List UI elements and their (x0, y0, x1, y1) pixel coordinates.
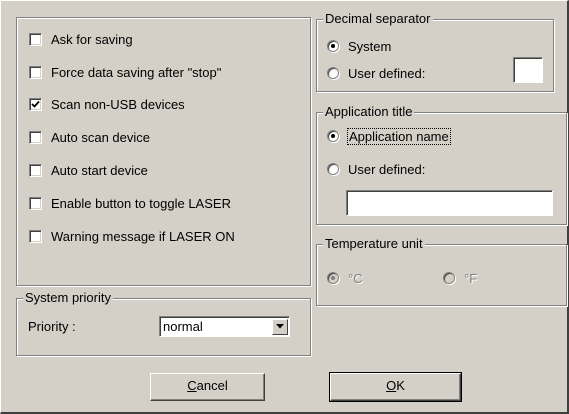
checkbox-ask-for-saving[interactable]: Ask for saving (29, 30, 133, 48)
ok-button-label: OK (386, 378, 405, 393)
checkmark-icon (31, 100, 40, 108)
checkbox-label: Warning message if LASER ON (51, 228, 235, 244)
checkbox-label: Force data saving after "stop" (51, 64, 222, 80)
radio-button[interactable] (443, 272, 455, 284)
system-priority-group: System priority Priority : normal (16, 290, 311, 356)
checkbox-box[interactable] (29, 196, 42, 210)
checkbox-box[interactable] (29, 229, 42, 243)
decimal-separator-input[interactable] (513, 57, 543, 83)
radio-celsius[interactable]: °C (327, 269, 363, 287)
checkbox-auto-start-device[interactable]: Auto start device (29, 161, 148, 179)
temperature-unit-title: Temperature unit (323, 236, 425, 252)
checkbox-box-checked[interactable] (29, 97, 42, 111)
radio-decimal-system[interactable]: System (327, 37, 391, 55)
checkbox-warning-laser-on[interactable]: Warning message if LASER ON (29, 227, 235, 245)
application-title-group: Application title Application name User … (316, 104, 567, 225)
radio-label: Application name (347, 127, 451, 145)
system-priority-title: System priority (23, 290, 113, 306)
radio-label: User defined: (348, 161, 426, 177)
checkbox-scan-non-usb[interactable]: Scan non-USB devices (29, 95, 185, 113)
application-title-input[interactable] (346, 190, 553, 216)
checkbox-label: Enable button to toggle LASER (51, 195, 231, 211)
decimal-separator-group: Decimal separator System User defined: (316, 11, 554, 92)
decimal-separator-title: Decimal separator (323, 11, 433, 27)
radio-label: User defined: (348, 65, 426, 81)
radio-button[interactable] (327, 163, 339, 175)
options-group: Ask for saving Force data saving after "… (16, 17, 311, 286)
application-title-title: Application title (323, 104, 415, 120)
radio-button-selected[interactable] (327, 40, 339, 52)
radio-label: °F (464, 270, 478, 286)
checkbox-label: Auto scan device (51, 129, 151, 145)
checkbox-box[interactable] (29, 130, 42, 144)
radio-label: °C (348, 270, 363, 286)
checkbox-force-data-saving[interactable]: Force data saving after "stop" (29, 63, 221, 81)
priority-select[interactable]: normal (159, 316, 290, 337)
checkbox-enable-laser-toggle[interactable]: Enable button to toggle LASER (29, 194, 231, 212)
priority-label: Priority : (28, 319, 76, 334)
radio-button-selected[interactable] (327, 130, 339, 142)
radio-app-name[interactable]: Application name (327, 127, 451, 145)
dropdown-button[interactable] (272, 318, 288, 335)
radio-decimal-user-defined[interactable]: User defined: (327, 64, 425, 82)
radio-label: System (348, 38, 392, 54)
temperature-unit-group: Temperature unit °C °F (316, 236, 567, 306)
radio-app-title-user-defined[interactable]: User defined: (327, 160, 425, 178)
cancel-button-label: Cancel (187, 378, 228, 393)
ok-button[interactable]: OK (329, 372, 462, 402)
checkbox-box[interactable] (29, 163, 42, 177)
priority-select-value: normal (163, 318, 203, 334)
checkbox-label: Auto start device (51, 162, 148, 178)
checkbox-label: Ask for saving (51, 31, 133, 47)
checkbox-box[interactable] (29, 32, 42, 46)
checkbox-box[interactable] (29, 65, 42, 79)
radio-fahrenheit[interactable]: °F (443, 269, 477, 287)
checkbox-label: Scan non-USB devices (51, 96, 185, 112)
chevron-down-icon (276, 324, 284, 329)
radio-button-selected[interactable] (327, 272, 339, 284)
settings-dialog: Ask for saving Force data saving after "… (0, 0, 569, 414)
radio-button[interactable] (327, 67, 339, 79)
checkbox-auto-scan-device[interactable]: Auto scan device (29, 128, 150, 146)
cancel-button[interactable]: Cancel (150, 373, 265, 401)
